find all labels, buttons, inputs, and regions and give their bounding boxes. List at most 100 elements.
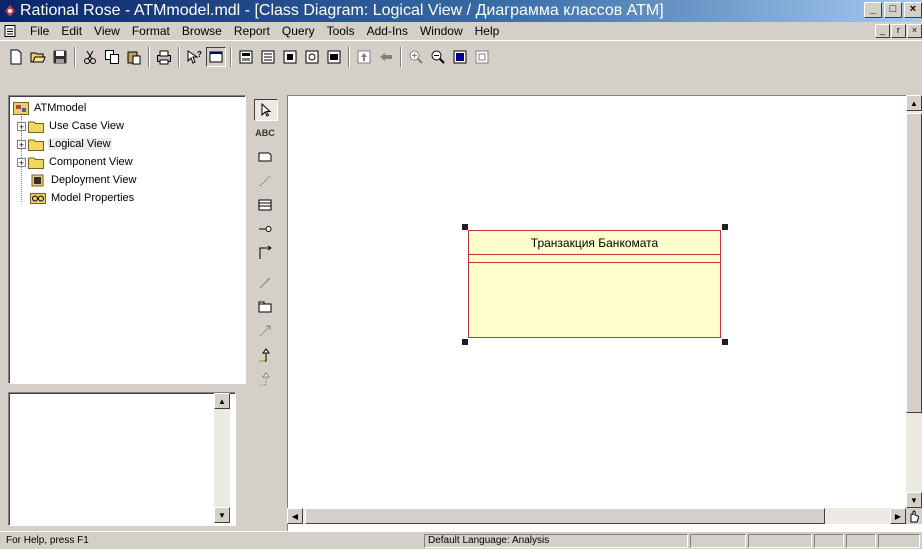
selection-handle[interactable] — [722, 224, 728, 230]
scroll-thumb[interactable] — [906, 113, 922, 413]
diagram-toolbox: ABC — [248, 95, 286, 523]
status-pane — [846, 534, 876, 548]
package-icon — [258, 301, 272, 313]
menu-bar: File Edit View Format Browse Report Quer… — [0, 22, 922, 40]
browse-interaction-diagram-icon[interactable] — [258, 47, 278, 67]
realization-tool[interactable] — [254, 369, 276, 389]
scroll-corner — [906, 508, 922, 524]
scroll-left-button[interactable]: ◀ — [287, 508, 303, 524]
tree-item-label: Deployment View — [51, 174, 137, 186]
selection-handle[interactable] — [462, 224, 468, 230]
vertical-scrollbar[interactable]: ▲ ▼ — [906, 95, 922, 508]
zoom-out-icon[interactable] — [428, 47, 448, 67]
scroll-up-button[interactable]: ▲ — [906, 95, 922, 111]
undo-fit-icon[interactable] — [472, 47, 492, 67]
mdi-restore-button[interactable]: ᴦ — [891, 24, 906, 38]
tree-item-component-view[interactable]: + Component View — [17, 153, 134, 171]
scroll-up-button[interactable]: ▲ — [214, 393, 230, 409]
close-button[interactable]: × — [904, 2, 922, 18]
browse-component-diagram-icon[interactable] — [280, 47, 300, 67]
open-icon[interactable] — [28, 47, 48, 67]
class-box[interactable]: Транзакция Банкомата — [468, 230, 721, 338]
scroll-down-button[interactable]: ▼ — [214, 507, 230, 523]
expand-plus-icon[interactable]: + — [17, 139, 26, 149]
expand-plus-icon[interactable]: + — [17, 157, 26, 167]
scroll-right-button[interactable]: ▶ — [890, 508, 906, 524]
text-tool[interactable]: ABC — [254, 123, 276, 143]
aggregation-tool[interactable] — [254, 273, 276, 293]
hand-cursor-icon — [910, 510, 919, 523]
selection-tool[interactable] — [254, 99, 278, 121]
tree-item-deployment-view[interactable]: Deployment View — [30, 171, 137, 189]
tree-root[interactable]: ATMmodel — [13, 99, 87, 117]
menu-report[interactable]: Report — [228, 24, 276, 38]
model-browser[interactable]: ATMmodel + Use Case View + Logical View … — [8, 95, 246, 384]
maximize-button[interactable]: □ — [884, 2, 902, 18]
selection-handle[interactable] — [722, 339, 728, 345]
menu-add-ins[interactable]: Add-Ins — [361, 24, 414, 38]
new-icon[interactable] — [6, 47, 26, 67]
interface-icon — [259, 226, 272, 232]
tree-item-model-properties[interactable]: Model Properties — [30, 189, 135, 207]
note-tool[interactable] — [254, 147, 276, 167]
menu-format[interactable]: Format — [126, 24, 176, 38]
view-documentation-icon[interactable] — [206, 47, 226, 67]
tree-item-use-case-view[interactable]: + Use Case View — [17, 117, 125, 135]
menu-window[interactable]: Window — [414, 24, 469, 38]
paste-icon[interactable] — [124, 47, 144, 67]
menu-file[interactable]: File — [24, 24, 55, 38]
documentation-scrollbar[interactable]: ▲ ▼ — [214, 393, 230, 523]
scroll-thumb[interactable] — [305, 508, 825, 524]
menu-browse[interactable]: Browse — [176, 24, 228, 38]
scroll-down-button[interactable]: ▼ — [906, 492, 922, 508]
title-bar: Rational Rose - ATMmodel.mdl - [Class Di… — [0, 0, 922, 22]
browse-previous-icon[interactable] — [376, 47, 396, 67]
class-name[interactable]: Транзакция Банкомата — [469, 231, 720, 255]
documentation-panel[interactable]: ▲ ▼ — [8, 392, 236, 526]
generalization-tool[interactable] — [254, 345, 276, 365]
save-icon[interactable] — [50, 47, 70, 67]
association-tool[interactable] — [254, 243, 276, 263]
status-pane — [690, 534, 746, 548]
interface-tool[interactable] — [254, 219, 276, 239]
toolbar-separator — [148, 47, 150, 67]
menu-help[interactable]: Help — [469, 24, 506, 38]
class-attributes-compartment[interactable] — [469, 255, 720, 263]
document-icon[interactable] — [4, 25, 16, 37]
copy-icon[interactable] — [102, 47, 122, 67]
mdi-minimize-button[interactable]: _ — [875, 24, 890, 38]
class-tool[interactable] — [254, 195, 276, 215]
package-tool[interactable] — [254, 297, 276, 317]
mdi-close-button[interactable]: × — [907, 24, 922, 38]
browse-deployment-diagram-icon[interactable] — [302, 47, 322, 67]
browse-state-diagram-icon[interactable] — [324, 47, 344, 67]
zoom-in-icon[interactable] — [406, 47, 426, 67]
association-icon — [259, 245, 272, 259]
folder-icon — [28, 139, 44, 151]
arrow-pointer-icon — [261, 102, 272, 117]
menu-query[interactable]: Query — [276, 24, 321, 38]
selection-handle[interactable] — [462, 339, 468, 345]
horizontal-scrollbar[interactable]: ◀ ▶ — [287, 508, 906, 524]
realization-icon — [260, 372, 270, 386]
browse-class-diagram-icon[interactable] — [236, 47, 256, 67]
window-controls: _ □ × — [864, 2, 922, 20]
cut-icon[interactable] — [80, 47, 100, 67]
generalization-icon — [259, 348, 270, 362]
menu-items: File Edit View Format Browse Report Quer… — [24, 24, 505, 38]
browse-parent-icon[interactable] — [354, 47, 374, 67]
print-icon[interactable] — [154, 47, 174, 67]
tree-item-logical-view[interactable]: + Logical View — [17, 135, 112, 153]
dependency-tool[interactable] — [254, 321, 276, 341]
menu-view[interactable]: View — [88, 24, 126, 38]
tree-item-label: Logical View — [48, 138, 112, 150]
menu-edit[interactable]: Edit — [55, 24, 88, 38]
minimize-button[interactable]: _ — [864, 2, 882, 18]
context-help-icon[interactable]: ? — [184, 47, 204, 67]
expand-plus-icon[interactable]: + — [17, 121, 26, 131]
anchor-note-tool[interactable] — [254, 171, 276, 191]
status-language: Default Language: Analysis — [424, 534, 688, 548]
fit-in-window-icon[interactable] — [450, 47, 470, 67]
toolbar-separator — [348, 47, 350, 67]
menu-tools[interactable]: Tools — [321, 24, 361, 38]
